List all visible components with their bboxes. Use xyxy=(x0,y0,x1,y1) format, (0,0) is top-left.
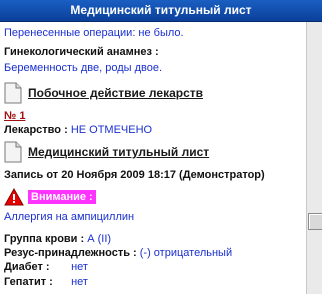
warning-icon xyxy=(4,187,24,206)
document-icon xyxy=(4,82,22,104)
diabetes-row: Диабет : нет xyxy=(4,260,88,274)
rh-factor-value: (-) отрицательный xyxy=(139,247,233,259)
record-number-link[interactable]: № 1 xyxy=(4,109,25,123)
blood-group-row: Группа крови : А (II) xyxy=(4,232,111,246)
blood-group-label: Группа крови : xyxy=(4,233,85,245)
side-effects-title[interactable]: Побочное действие лекарств xyxy=(28,86,203,100)
drug-value: НЕ ОТМЕЧЕНО xyxy=(70,124,153,136)
hepatitis-value: нет xyxy=(71,276,88,288)
document-icon xyxy=(4,141,22,163)
previous-operations-text: Перенесенные операции: не было. xyxy=(4,27,184,39)
scrollbar-thumb[interactable] xyxy=(308,213,322,230)
diabetes-value: нет xyxy=(71,261,88,273)
allergy-text: Аллергия на ампициллин xyxy=(4,211,135,223)
side-effects-section[interactable]: Побочное действие лекарств xyxy=(4,82,203,104)
blood-group-value: А (II) xyxy=(87,233,112,245)
content-area: Перенесенные операции: не было. Гинеколо… xyxy=(4,22,304,294)
rh-factor-row: Резус-принадлежность : (-) отрицательный xyxy=(4,246,232,260)
drug-label: Лекарство : xyxy=(4,124,68,136)
medical-title-heading[interactable]: Медицинский титульный лист xyxy=(28,145,209,159)
drug-row: Лекарство : НЕ ОТМЕЧЕНО xyxy=(4,123,152,137)
rh-factor-label: Резус-принадлежность : xyxy=(4,247,137,259)
attention-row: Внимание : xyxy=(4,187,96,206)
gynecology-value: Беременность две, роды двое. xyxy=(4,62,163,74)
window-title: Медицинский титульный лист xyxy=(0,0,322,22)
record-date-text: Запись от 20 Ноября 2009 18:17 (Демонстр… xyxy=(4,169,265,181)
hepatitis-label: Гепатит : xyxy=(4,276,53,288)
attention-badge: Внимание : xyxy=(28,190,96,204)
hepatitis-row: Гепатит : нет xyxy=(4,275,88,289)
diabetes-label: Диабет : xyxy=(4,261,50,273)
medical-title-section[interactable]: Медицинский титульный лист xyxy=(4,141,209,163)
gynecology-label: Гинекологический анамнез : xyxy=(4,46,159,58)
vertical-scrollbar[interactable] xyxy=(306,22,322,294)
